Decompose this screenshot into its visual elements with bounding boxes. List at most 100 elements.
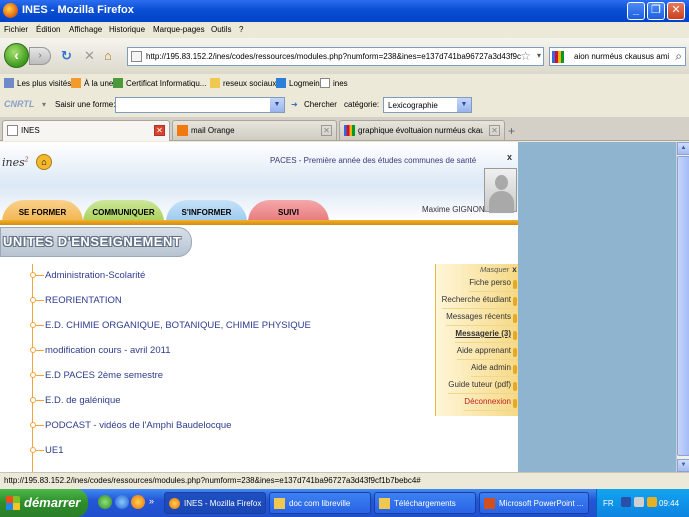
menu-outils[interactable]: Outils [211,25,231,34]
task-powerpoint[interactable]: Microsoft PowerPoint ... [479,492,589,514]
tab-s-informer[interactable]: S'INFORMER [166,200,247,222]
user-name: Maxime GIGNON [422,205,485,214]
menu-bar: Fichier Édition Affichage Historique Mar… [0,22,689,38]
url-bar[interactable]: http://195.83.152.2/ines/codes/ressource… [127,47,544,66]
volume-icon[interactable] [634,497,644,507]
chevron-down-icon[interactable]: ▼ [270,98,284,112]
avatar-body [489,191,514,213]
ines-page: ines2 ⌂ PACES - Première année des étude… [0,142,518,472]
side-item-messagerie[interactable]: Messagerie (3) [455,329,518,343]
bookmark-folder-reseux[interactable]: reseux sociaux [210,78,276,88]
program-title: PACES - Première année des études commun… [270,156,477,165]
chercher-button[interactable]: Chercher [304,100,337,109]
menu-marque-pages[interactable]: Marque-pages [153,25,205,34]
bookmark-most-visited[interactable]: Les plus visités [4,78,71,88]
reload-icon[interactable]: ↻ [61,48,72,64]
ines-logo: ines2 [2,156,29,169]
quicklaunch-icon[interactable] [98,495,112,509]
page-icon [7,125,18,136]
chevron-down-icon[interactable]: ▼ [457,98,471,112]
bookmark-star-icon[interactable]: ☆ [520,49,531,63]
minimize-button[interactable]: _ [627,2,645,20]
new-tab-icon[interactable]: + [508,124,515,138]
side-item-messages-recents[interactable]: Messages récents [446,312,518,326]
cnrtl-toolbar: CNRTL ▾ Saisir une forme: ▼ ➜ Chercher c… [0,94,689,116]
bookmark-logmein[interactable]: Logmein [276,78,320,88]
hide-menu-button[interactable]: Masquer x [480,265,517,274]
url-text: http://195.83.152.2/ines/codes/ressource… [146,52,521,61]
task-telechargements[interactable]: Téléchargements [374,492,476,514]
task-doc-com-libreville[interactable]: doc com libreville [269,492,371,514]
task-firefox[interactable]: INES - Mozilla Firefox [164,492,266,514]
menu-historique[interactable]: Historique [109,25,145,34]
magnifier-icon[interactable]: ⌕ [675,49,682,64]
tab-communiquer[interactable]: COMMUNIQUER [83,200,164,222]
close-tab-icon[interactable]: ✕ [489,125,500,136]
navigation-toolbar: ‹ › ↻ ✕ ⌂ http://195.83.152.2/ines/codes… [0,38,689,74]
page-icon [131,51,142,62]
bookmark-certificat[interactable]: Certificat Informatiqu... [113,78,206,88]
menu-affichage[interactable]: Affichage [69,25,102,34]
close-icon[interactable]: x [512,265,516,274]
tab-ines[interactable]: INES ✕ [2,120,170,141]
close-tab-icon[interactable]: ✕ [154,125,165,136]
side-item-fiche-perso[interactable]: Fiche perso [469,278,518,292]
firefox-icon[interactable] [131,495,145,509]
orange-icon [177,125,188,136]
folder-icon [274,498,285,509]
maximize-button[interactable]: ❐ [647,2,665,20]
menu-fichier[interactable]: Fichier [4,25,28,34]
bookmark-ines[interactable]: ines [320,78,348,88]
menu-help[interactable]: ? [239,25,243,34]
folder-icon [210,78,220,88]
tab-suivi[interactable]: SUIVI [248,200,329,222]
side-item-deconnexion[interactable]: Déconnexion [464,397,518,411]
home-icon[interactable]: ⌂ [36,154,52,170]
security-icon[interactable] [647,497,657,507]
vertical-scrollbar[interactable]: ▲ ▼ [676,142,689,472]
network-icon[interactable] [621,497,631,507]
category-select[interactable]: Lexicographie ▼ [383,97,472,113]
forward-button[interactable]: › [29,47,51,65]
search-arrow-icon: ➜ [291,100,298,109]
form-label: Saisir une forme: [55,100,116,109]
tab-strip: INES ✕ mail Orange ✕ graphique évoltuaio… [0,117,689,141]
stop-icon[interactable]: ✕ [84,48,95,64]
close-tab-icon[interactable]: ✕ [321,125,332,136]
logmein-icon [276,78,286,88]
form-input[interactable]: ▼ [115,97,285,113]
start-button[interactable]: démarrer [0,489,88,517]
firefox-icon [3,3,18,18]
bookmark-a-la-une[interactable]: À la une [71,78,113,88]
folder-icon [379,498,390,509]
close-window-button[interactable]: ✕ [667,2,685,20]
scroll-thumb[interactable] [677,156,689,456]
ie-icon[interactable] [115,495,129,509]
close-icon[interactable]: x [507,152,512,162]
google-icon[interactable] [552,51,564,63]
side-item-guide-tuteur[interactable]: Guide tuteur (pdf) [448,380,518,394]
menu-edition[interactable]: Édition [36,25,60,34]
bookmarks-toolbar: Les plus visités À la une Certificat Inf… [0,74,689,94]
chevron-right-icon[interactable]: » [149,496,154,506]
side-item-aide-admin[interactable]: Aide admin [470,363,518,377]
site-icon [113,78,123,88]
scroll-down-icon[interactable]: ▼ [677,459,689,472]
chevron-down-icon[interactable]: ▾ [42,100,46,109]
category-label: catégorie: [344,100,380,109]
side-item-aide-apprenant[interactable]: Aide apprenant [456,346,518,360]
tab-se-former[interactable]: SE FORMER [2,200,83,222]
scroll-up-icon[interactable]: ▲ [677,142,689,155]
search-query: aion nurméus ckausus amiens [574,52,669,61]
search-box[interactable]: aion nurméus ckausus amiens ⌕ [549,47,686,66]
language-indicator[interactable]: FR [603,499,614,508]
tab-mail-orange[interactable]: mail Orange ✕ [172,120,337,140]
side-item-recherche-etudiant[interactable]: Recherche étudiant [441,295,518,309]
chevron-down-icon[interactable]: ▾ [537,51,541,60]
avatar-head [495,175,508,190]
back-button[interactable]: ‹ [4,43,29,68]
taskbar: démarrer » INES - Mozilla Firefox doc co… [0,489,689,517]
home-icon[interactable]: ⌂ [104,48,112,63]
tab-graphique[interactable]: graphique évoltuaion nurméus ckausus ...… [339,120,505,140]
google-icon [344,125,355,136]
